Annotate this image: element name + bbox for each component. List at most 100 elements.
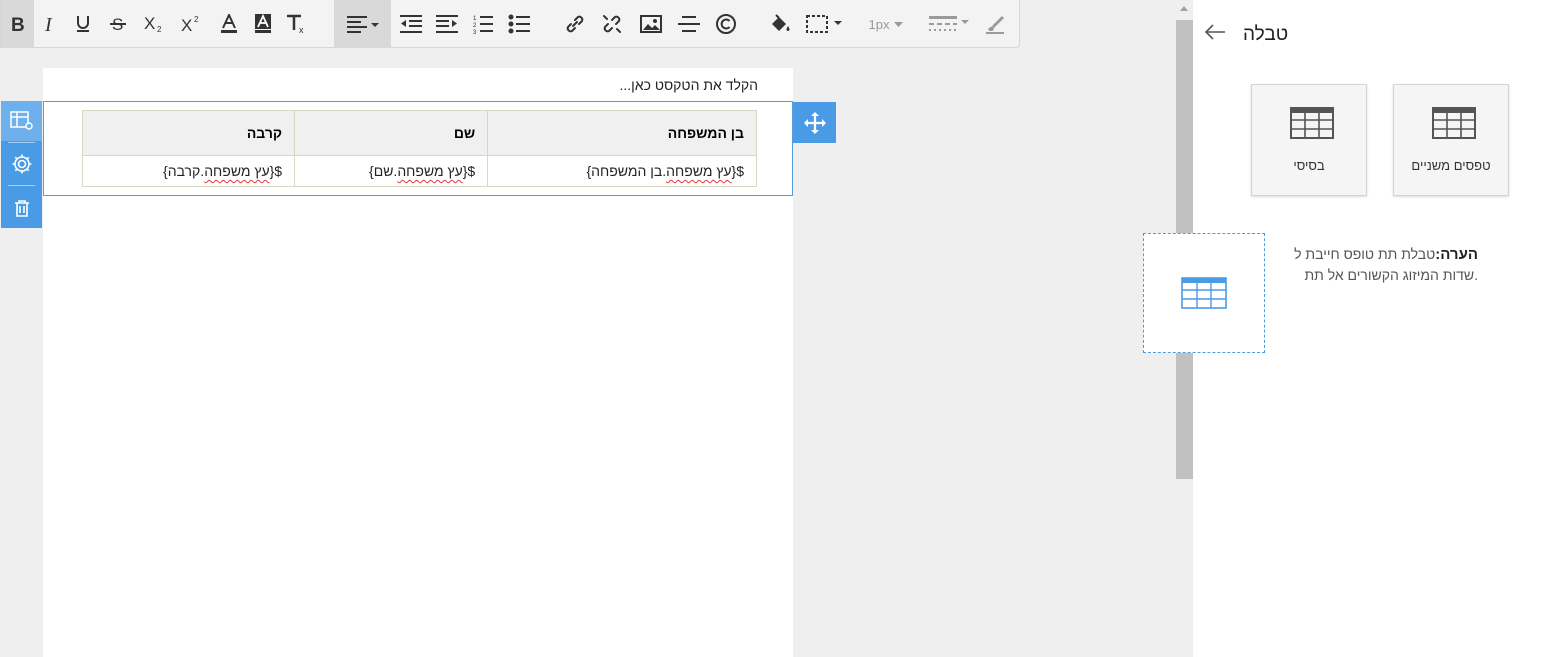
drag-preview[interactable]: [1143, 233, 1265, 353]
highlight-icon: [255, 14, 271, 33]
delete-button[interactable]: [1, 188, 42, 228]
horizontal-rule-button[interactable]: [675, 0, 703, 48]
merge-table[interactable]: בן המשפחה שם קרבה ${עץ משפחה.בן המשפחה} …: [81, 110, 757, 187]
settings-button[interactable]: [1, 144, 42, 184]
bullet-list-button[interactable]: [505, 0, 533, 48]
divider: [8, 142, 35, 143]
svg-text:X: X: [144, 15, 155, 33]
unlink-button[interactable]: [598, 0, 626, 48]
font-color-icon: [221, 14, 237, 33]
strikethrough-button[interactable]: S: [104, 0, 132, 48]
document-editor[interactable]: הקלד את הטקסט כאן... בן המשפחה שם קרבה $…: [43, 68, 793, 657]
underline-icon: [77, 16, 89, 32]
strikethrough-icon: S: [110, 15, 126, 33]
merge-field-rest: .קרבה}: [163, 163, 205, 179]
card-label: בסיסי: [1293, 158, 1325, 173]
divider: [8, 185, 35, 186]
border-dash-dropdown[interactable]: [926, 0, 972, 48]
scroll-up-arrow-icon[interactable]: [1180, 6, 1188, 11]
italic-icon: I: [44, 15, 53, 33]
arrow-left-icon[interactable]: [1203, 22, 1227, 42]
table-icon: [1432, 107, 1476, 139]
horizontal-rule-icon: [678, 16, 700, 32]
italic-button[interactable]: I: [36, 0, 64, 48]
merge-prefix: ${: [269, 163, 283, 179]
indent-icon: [436, 15, 458, 33]
merge-field-rest: .שם}: [369, 163, 398, 179]
ordered-list-button[interactable]: 123: [469, 0, 497, 48]
note-label: הערה:: [1435, 246, 1478, 263]
outdent-button[interactable]: [397, 0, 425, 48]
merge-field-name: עץ משפחה: [666, 163, 732, 179]
superscript-button[interactable]: X2: [177, 0, 205, 48]
trash-icon: [14, 200, 29, 217]
note-line-2: .שדות המיזוג הקשורים אל תת: [1304, 267, 1478, 283]
editor-placeholder[interactable]: הקלד את הטקסט כאן...: [608, 77, 758, 93]
image-icon: [640, 15, 662, 33]
clear-format-button[interactable]: x: [282, 0, 310, 48]
brush-button[interactable]: [981, 0, 1009, 48]
merge-prefix: ${: [462, 163, 476, 179]
brush-icon: [986, 16, 1004, 34]
border-width-dropdown[interactable]: 1px: [863, 0, 911, 48]
copyright-button[interactable]: [712, 0, 740, 48]
table-cell[interactable]: ${עץ משפחה.קרבה}: [81, 155, 296, 187]
font-color-button[interactable]: [215, 0, 243, 48]
formatting-toolbar: B I S X2 X2 x 123 1px: [0, 0, 1020, 48]
svg-text:2: 2: [157, 25, 162, 33]
line-style-icon: [929, 16, 969, 31]
basic-table-card[interactable]: בסיסי: [1251, 84, 1367, 196]
table-header-row: בן המשפחה שם קרבה: [81, 110, 757, 156]
note-text: טבלת תת טופס חייבת ל: [1294, 246, 1436, 262]
merge-field-rest: .בן המשפחה}: [586, 163, 667, 179]
clear-format-icon: x: [287, 14, 304, 34]
subscript-icon: X2: [144, 15, 162, 33]
outdent-icon: [400, 15, 422, 33]
border-style-dropdown[interactable]: [804, 0, 846, 48]
panel-note: הערה:טבלת תת טופס חייבת ל .שדות המיזוג ה…: [1253, 244, 1478, 292]
align-dropdown[interactable]: [334, 0, 391, 48]
bullet-list-icon: [508, 14, 530, 34]
move-handle[interactable]: [793, 102, 836, 143]
unlink-icon: [603, 15, 621, 33]
table-icon: [1290, 107, 1334, 139]
table-header-cell[interactable]: קרבה: [81, 110, 296, 156]
move-arrows-icon: [803, 111, 826, 134]
table-row: ${עץ משפחה.בן המשפחה} ${עץ משפחה.שם} ${ע…: [81, 155, 757, 187]
chevron-down-icon: [894, 22, 904, 27]
subscript-button[interactable]: X2: [140, 0, 168, 48]
merge-field-name: עץ משפחה: [204, 163, 270, 179]
table-cell[interactable]: ${עץ משפחה.בן המשפחה}: [487, 155, 757, 187]
table-properties-button[interactable]: [1, 101, 42, 141]
merge-field-name: עץ משפחה: [397, 163, 463, 179]
link-icon: [566, 15, 584, 33]
highlight-color-button[interactable]: [249, 0, 277, 48]
gear-icon: [12, 154, 31, 174]
border-dashed-icon: [806, 15, 842, 33]
svg-text:X: X: [181, 16, 192, 33]
table-header-cell[interactable]: שם: [294, 110, 489, 156]
bold-button[interactable]: B: [1, 0, 34, 48]
svg-text:1: 1: [473, 16, 477, 22]
border-width-label: 1px: [868, 16, 890, 32]
selected-table-block[interactable]: בן המשפחה שם קרבה ${עץ משפחה.בן המשפחה} …: [43, 101, 793, 196]
image-button[interactable]: [637, 0, 665, 48]
copyright-icon: [716, 14, 736, 34]
svg-text:2: 2: [194, 15, 199, 24]
table-header-cell[interactable]: בן המשפחה: [487, 110, 757, 156]
underline-button[interactable]: [69, 0, 97, 48]
indent-button[interactable]: [433, 0, 461, 48]
superscript-icon: X2: [181, 15, 199, 33]
svg-text:I: I: [44, 15, 53, 33]
subform-table-card[interactable]: טפסים משניים: [1393, 84, 1509, 196]
bold-icon: B: [11, 15, 25, 33]
align-left-icon: [346, 16, 379, 33]
svg-text:3: 3: [473, 30, 477, 34]
panel-title: טבלה: [1243, 24, 1289, 45]
merge-prefix: ${: [731, 163, 744, 179]
table-cell[interactable]: ${עץ משפחה.שם}: [294, 155, 489, 187]
svg-text:B: B: [11, 15, 25, 33]
note-line-1: הערה:טבלת תת טופס חייבת ל: [1253, 244, 1478, 265]
link-button[interactable]: [561, 0, 589, 48]
fill-color-button[interactable]: [765, 0, 795, 48]
